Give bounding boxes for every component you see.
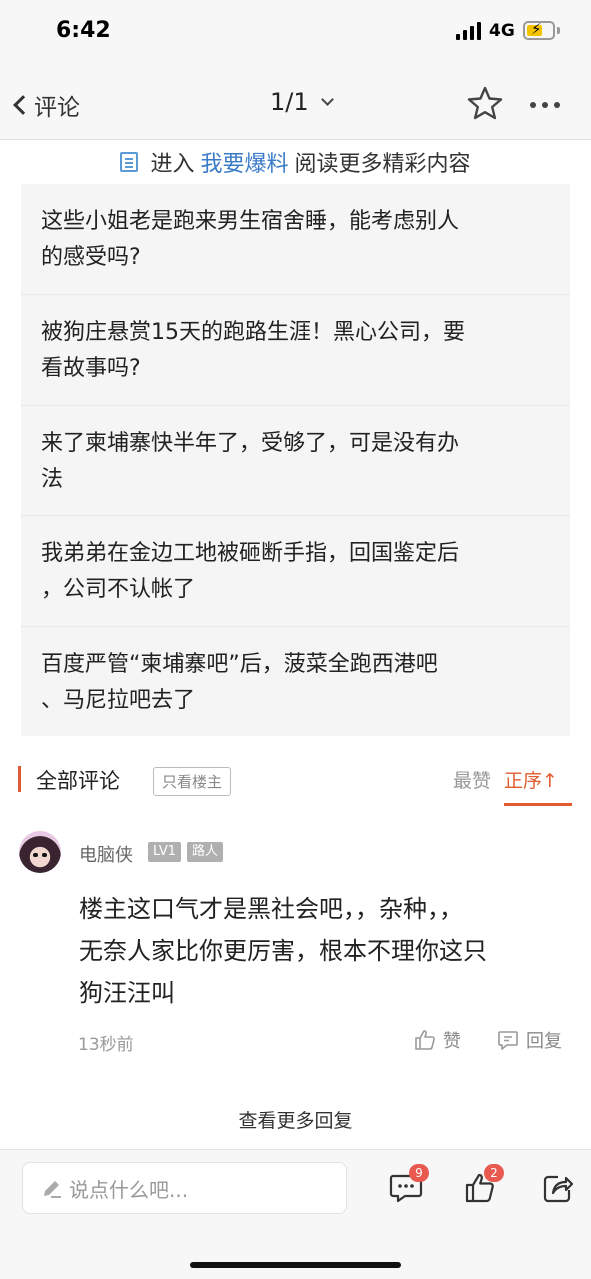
related-item[interactable]: 这些小姐老是跑来男生宿舍睡，能考虑别人 的感受吗? <box>21 184 570 294</box>
share-icon <box>543 1175 574 1203</box>
comments-header: 全部评论 只看楼主 最赞 正序↑ <box>0 752 591 808</box>
comment-count-badge: 9 <box>409 1164 429 1182</box>
comments-title: 全部评论 <box>36 769 120 793</box>
related-posts: 这些小姐老是跑来男生宿舍睡，能考虑别人 的感受吗? 被狗庄悬赏15天的跑路生涯！… <box>21 184 570 736</box>
nav-bar: 评论 1/1 <box>0 64 591 140</box>
comments-count-button[interactable]: 9 <box>389 1164 429 1208</box>
comment-username[interactable]: 电脑侠 <box>79 841 133 867</box>
home-indicator <box>190 1262 401 1268</box>
chevron-down-icon <box>320 93 334 106</box>
promo-link[interactable]: 我要爆料 <box>200 146 288 178</box>
reply-label: 回复 <box>526 1031 562 1052</box>
avatar[interactable] <box>19 831 61 873</box>
pencil-icon <box>44 1181 61 1198</box>
comment-input[interactable]: 说点什么吧... <box>22 1162 347 1214</box>
more-icon[interactable] <box>530 102 560 108</box>
back-label: 评论 <box>34 95 80 121</box>
related-item[interactable]: 百度严管“柬埔寨吧”后，菠菜全跑西港吧 、马尼拉吧去了 <box>21 625 570 736</box>
page-indicator: 1/1 <box>270 88 309 116</box>
document-icon <box>120 152 139 172</box>
chevron-left-icon <box>13 95 33 115</box>
page-selector[interactable]: 1/1 <box>270 88 334 116</box>
related-item[interactable]: 被狗庄悬赏15天的跑路生涯！黑心公司，要 看故事吗? <box>21 294 570 404</box>
comment-text: 楼主这口气才是黑社会吧，，杂种，， 无奈人家比你更厉害，根本不理你这只 狗汪汪叫 <box>79 895 487 1007</box>
promo-prefix: 进入 <box>150 152 195 177</box>
share-button[interactable] <box>542 1172 574 1208</box>
promo-banner[interactable]: 进入 我要爆料 阅读更多精彩内容 <box>35 140 556 184</box>
thumbs-up-icon <box>415 1030 435 1050</box>
related-item[interactable]: 来了柬埔寨快半年了，受够了，可是没有办 法 <box>21 404 570 515</box>
like-count-badge: 2 <box>484 1164 504 1182</box>
section-accent-bar <box>18 766 21 792</box>
view-more-replies[interactable]: 查看更多回复 <box>0 1106 591 1133</box>
star-icon[interactable] <box>467 86 503 120</box>
status-time: 6:42 <box>56 18 111 43</box>
status-bar: 6:42 4G ⚡ <box>0 0 591 64</box>
reply-button[interactable]: 回复 <box>496 1027 562 1053</box>
reply-icon <box>498 1031 518 1050</box>
promo-suffix: 阅读更多精彩内容 <box>294 152 471 177</box>
like-button[interactable]: 赞 <box>413 1027 461 1053</box>
sort-order-tab[interactable]: 正序↑ <box>504 766 558 793</box>
level-badge: LV1 <box>148 842 181 862</box>
back-button[interactable]: 评论 <box>12 88 80 122</box>
sort-hot-tab[interactable]: 最赞 <box>453 766 491 793</box>
signal-icon <box>456 22 482 40</box>
related-item[interactable]: 我弟弟在金边工地被砸断手指，回国鉴定后 ，公司不认帐了 <box>21 515 570 625</box>
comment-time: 13秒前 <box>78 1035 134 1055</box>
network-type: 4G <box>489 21 515 41</box>
active-tab-underline <box>504 803 572 806</box>
like-label: 赞 <box>443 1031 461 1052</box>
only-op-button[interactable]: 只看楼主 <box>153 767 232 796</box>
input-placeholder: 说点什么吧... <box>69 1177 189 1202</box>
role-badge: 路人 <box>187 842 224 862</box>
like-post-button[interactable]: 2 <box>464 1164 504 1208</box>
bottom-bar: 说点什么吧... 9 2 <box>0 1149 591 1279</box>
battery-icon: ⚡ <box>523 20 555 40</box>
